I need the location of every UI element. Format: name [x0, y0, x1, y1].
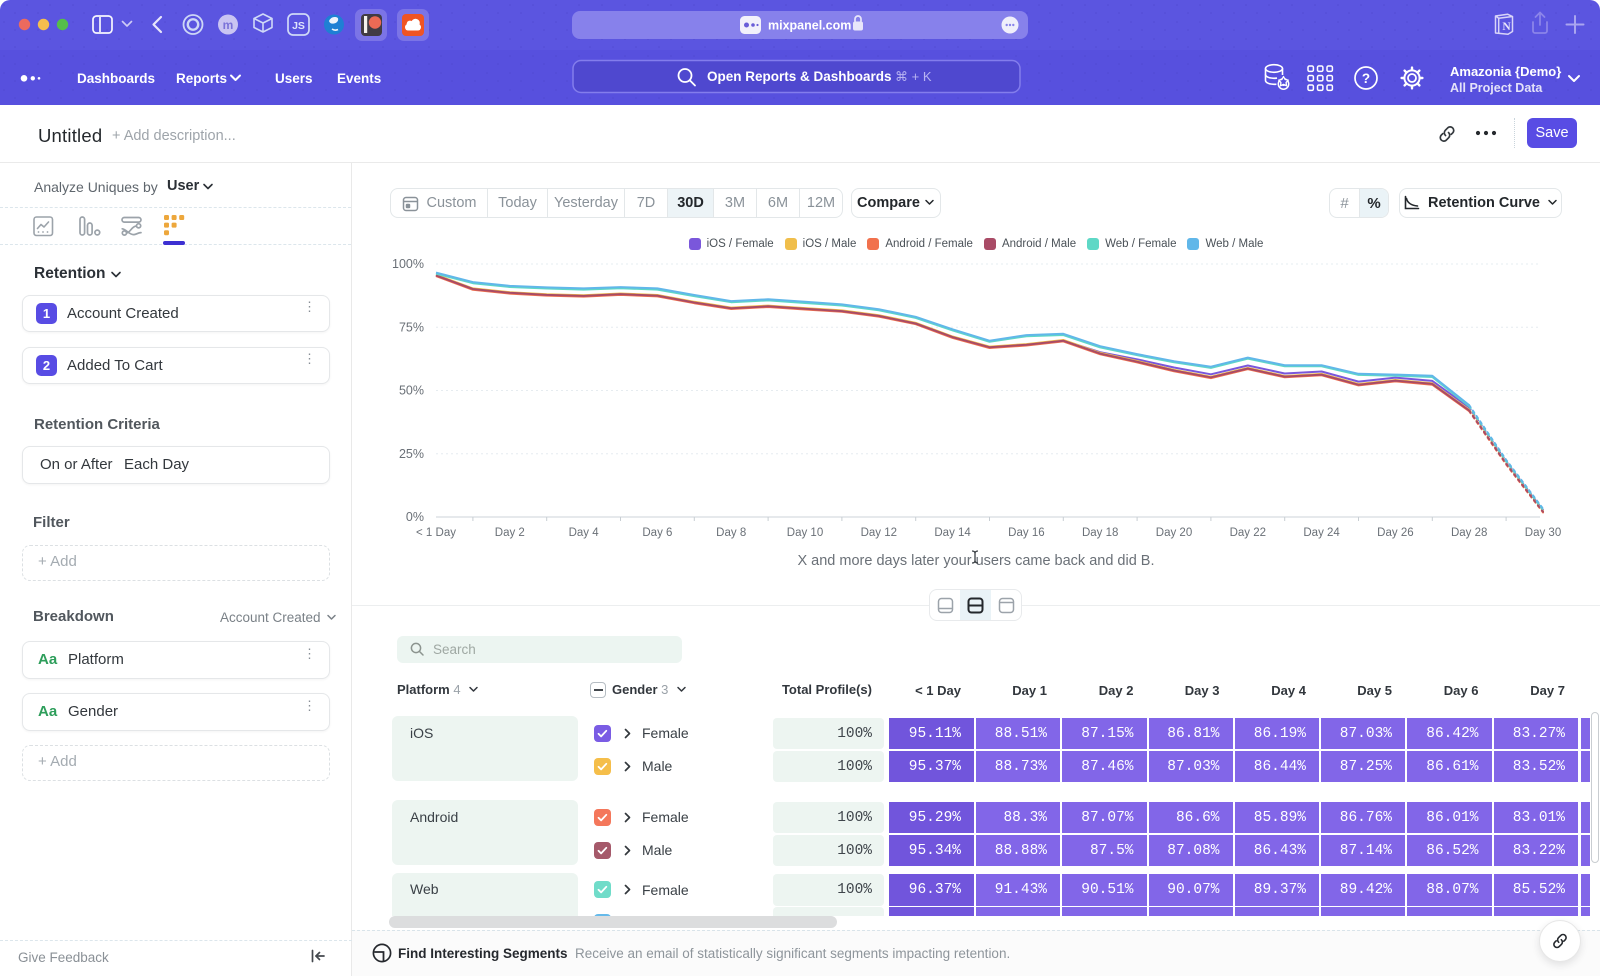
svg-text:Day 4: Day 4 — [569, 527, 600, 539]
svg-text:Day 2: Day 2 — [495, 527, 525, 539]
svg-text:50%: 50% — [399, 384, 424, 398]
svg-text:Day 12: Day 12 — [861, 527, 897, 539]
svg-text:0%: 0% — [406, 510, 424, 524]
svg-text:100%: 100% — [392, 257, 424, 271]
svg-text:Day 18: Day 18 — [1082, 527, 1118, 539]
svg-text:?: ? — [1362, 71, 1370, 86]
svg-text:Day 8: Day 8 — [716, 527, 746, 539]
svg-text:Day 30: Day 30 — [1525, 527, 1561, 539]
svg-text:JS: JS — [292, 20, 305, 32]
svg-text:N: N — [1502, 21, 1511, 33]
svg-text:Day 10: Day 10 — [787, 527, 823, 539]
svg-text:Day 6: Day 6 — [642, 527, 672, 539]
svg-text:Day 26: Day 26 — [1377, 527, 1413, 539]
svg-text:Day 16: Day 16 — [1008, 527, 1044, 539]
svg-text:mixpanel.com: mixpanel.com — [768, 19, 851, 33]
svg-text:Day 20: Day 20 — [1156, 527, 1192, 539]
svg-text:Day 14: Day 14 — [934, 527, 971, 539]
svg-text:Day 28: Day 28 — [1451, 527, 1487, 539]
svg-text:75%: 75% — [399, 320, 424, 334]
svg-text:Day 24: Day 24 — [1303, 527, 1340, 539]
svg-text:Day 22: Day 22 — [1230, 527, 1266, 539]
svg-text:25%: 25% — [399, 447, 424, 461]
svg-text:< 1 Day: < 1 Day — [416, 527, 456, 539]
svg-text:m: m — [223, 18, 234, 32]
